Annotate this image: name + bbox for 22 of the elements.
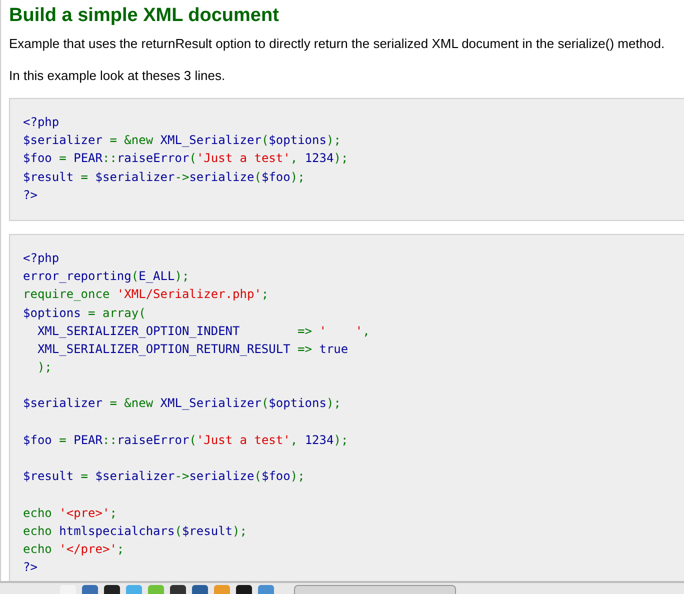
code-line: ?> — [23, 560, 38, 574]
code-line: echo '<pre>'; — [23, 506, 117, 520]
code-line: $serializer = &new XML_Serializer($options); — [23, 133, 341, 148]
paragraph: In this example look at theses 3 lines. — [9, 67, 226, 85]
code-line: echo '</pre>'; — [23, 542, 124, 556]
paragraph: Example that uses the returnResult option to directly return the serialized XML document in the serialize() method. — [9, 35, 666, 53]
code-line: ?> — [23, 188, 38, 202]
code-line: $serializer = &new XML_Serializer($options); — [23, 396, 341, 410]
code-line: <?php — [23, 115, 60, 129]
code-line: $foo = PEAR::raiseError('Just a test', 1234); — [23, 151, 348, 166]
page-heading: Build a simple XML document — [9, 4, 280, 28]
code-line: error_reporting(E_ALL); — [23, 269, 190, 284]
code-line: <?php — [23, 250, 60, 265]
code-line: $result = $serializer->serialize($foo); — [23, 170, 305, 184]
code-line: $options = array( — [23, 306, 146, 320]
code-line: ); — [36, 360, 52, 374]
code-line: require_once 'XML/Serializer.php'; — [23, 287, 269, 302]
code-line: XML_SERIALIZER_OPTION_INDENT => ' ', — [36, 324, 370, 338]
code-line: XML_SERIALIZER_OPTION_RETURN_RESULT => true — [36, 342, 348, 356]
code-line: $foo = PEAR::raiseError('Just a test', 1234); — [23, 432, 348, 447]
code-line: echo htmlspecialchars($result); — [23, 524, 247, 538]
code-line: $result = $serializer->serialize($foo); — [23, 469, 305, 484]
